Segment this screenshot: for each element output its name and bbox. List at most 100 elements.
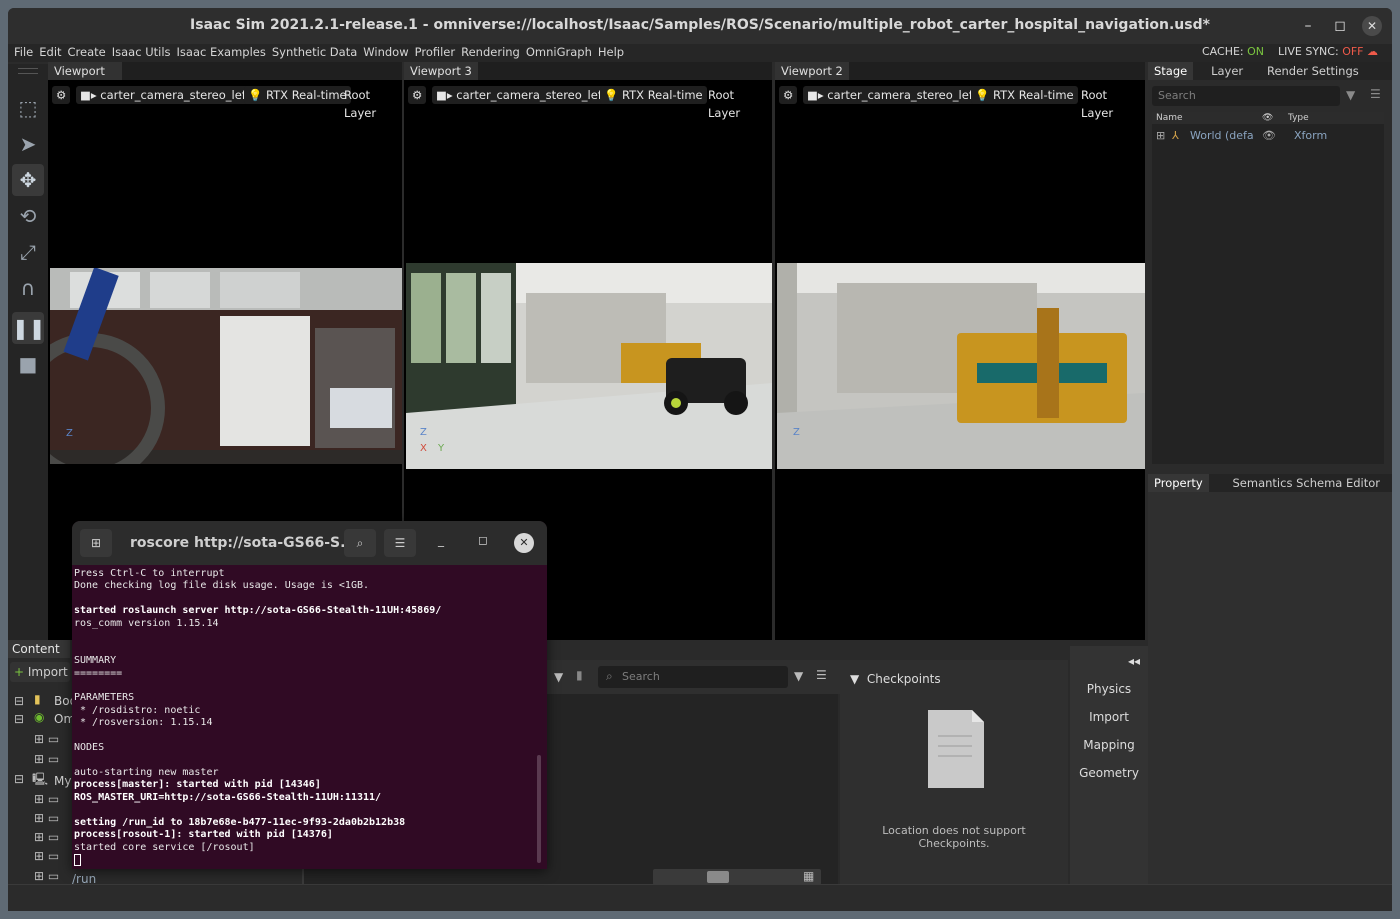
select-mode-icon[interactable]: ⬚ xyxy=(12,92,44,124)
close-button[interactable]: ✕ xyxy=(1362,16,1382,36)
snap-icon[interactable]: ∩ xyxy=(12,272,44,304)
expand-icon[interactable]: ⊞ ▭ xyxy=(34,869,59,883)
pointer-icon[interactable]: ➤ xyxy=(12,128,44,160)
menu-create[interactable]: Create xyxy=(68,44,106,60)
tree-item-my-computer[interactable]: My xyxy=(54,774,71,788)
search-icon[interactable]: ⌕ xyxy=(344,529,376,557)
menu-isaac-examples[interactable]: Isaac Examples xyxy=(177,44,266,60)
menu-icon[interactable]: ☰ xyxy=(816,668,827,682)
physics-button[interactable]: Physics xyxy=(1070,682,1148,696)
toolbar-grip[interactable] xyxy=(18,68,38,74)
filter-icon[interactable]: ▼ xyxy=(794,669,803,683)
terminal-maximize-button[interactable]: ◻ xyxy=(478,533,488,547)
maximize-button[interactable]: ◻ xyxy=(1330,16,1350,36)
terminal-line: * /rosdistro: noetic xyxy=(74,704,201,716)
menu-icon[interactable]: ☰ xyxy=(1370,87,1381,101)
filter-icon[interactable]: ▼ xyxy=(1346,88,1355,102)
layer-label[interactable]: Root Layer xyxy=(704,86,772,120)
tab-render-settings[interactable]: Render Settings xyxy=(1261,62,1365,80)
viewport-3-tab[interactable]: Viewport 3 xyxy=(404,62,478,80)
terminal-minimize-button[interactable]: _ xyxy=(438,533,444,547)
column-type[interactable]: Type xyxy=(1288,112,1309,124)
live-sync-value[interactable]: OFF xyxy=(1342,45,1363,58)
expand-icon[interactable]: ⊞ ▭ xyxy=(34,830,59,844)
bookmark-icon: ▮ xyxy=(34,692,41,706)
menu-help[interactable]: Help xyxy=(598,44,624,60)
terminal-scrollbar[interactable] xyxy=(537,755,541,863)
terminal-close-button[interactable]: ✕ xyxy=(514,533,534,553)
terminal-window[interactable]: ⊞ roscore http://sota-GS66-S... ⌕ ☰ _ ◻ … xyxy=(72,521,547,869)
menu-icon[interactable]: ☰ xyxy=(384,529,416,557)
collapse-icon[interactable]: ⊟ xyxy=(14,712,24,726)
stage-row-world[interactable]: ⊞ ⅄ World (defa 👁 Xform xyxy=(1152,128,1384,144)
tab-stage[interactable]: Stage xyxy=(1148,62,1194,80)
menu-synthetic-data[interactable]: Synthetic Data xyxy=(272,44,357,60)
layer-label[interactable]: Root Layer xyxy=(340,86,402,120)
content-search-input[interactable]: Search xyxy=(598,666,788,688)
collapse-icon[interactable]: ⊟ xyxy=(14,772,24,786)
collapse-icon[interactable]: ⊟ xyxy=(14,694,24,708)
cache-value[interactable]: ON xyxy=(1247,45,1264,58)
axis-z-label: Z xyxy=(793,427,800,438)
render-mode-selector[interactable]: 💡 RTX Real-time xyxy=(971,86,1078,104)
visibility-icon[interactable]: 👁 xyxy=(1262,128,1276,144)
grid-view-icon[interactable]: ▦ xyxy=(803,869,814,883)
bookmark-add-icon[interactable]: ▮ xyxy=(576,668,583,682)
terminal-line: started roslaunch server http://sota-GS6… xyxy=(74,605,442,617)
camera-selector[interactable]: ■▸ carter_camera_stereo_left xyxy=(803,86,982,104)
expand-icon[interactable]: ⊞ ▭ xyxy=(34,792,59,806)
expand-icon[interactable]: ⊞ ▭ xyxy=(34,849,59,863)
expand-icon[interactable]: ⊞ ▭ xyxy=(34,752,59,766)
new-tab-icon[interactable]: ⊞ xyxy=(80,529,112,557)
dropdown-icon[interactable]: ▼ xyxy=(554,670,563,684)
render-mode-selector[interactable]: 💡 RTX Real-time xyxy=(244,86,351,104)
expand-icon[interactable]: ⊞ ▭ xyxy=(34,732,59,746)
scale-icon[interactable]: ⤢ xyxy=(12,236,44,268)
rotate-icon[interactable]: ⟲ xyxy=(12,200,44,232)
menu-profiler[interactable]: Profiler xyxy=(415,44,456,60)
viewport-1-render: Z xyxy=(50,268,402,464)
expand-icon[interactable]: ⊞ ▭ xyxy=(34,811,59,825)
menu-rendering[interactable]: Rendering xyxy=(461,44,520,60)
minimize-button[interactable]: – xyxy=(1298,16,1318,36)
camera-selector[interactable]: ■▸ carter_camera_stereo_left xyxy=(76,86,255,104)
visibility-icon: 👁 xyxy=(1262,113,1274,123)
menu-window[interactable]: Window xyxy=(363,44,408,60)
tab-layer[interactable]: Layer xyxy=(1205,62,1249,80)
stop-icon[interactable]: ■ xyxy=(12,348,44,380)
terminal-output[interactable]: Press Ctrl-C to interrupt Done checking l… xyxy=(74,568,544,854)
layer-label[interactable]: Root Layer xyxy=(1077,86,1145,120)
render-mode-selector[interactable]: 💡 RTX Real-time xyxy=(600,86,707,104)
camera-selector[interactable]: ■▸ carter_camera_stereo_left xyxy=(432,86,611,104)
viewport-1-tab[interactable]: Viewport xyxy=(48,62,122,80)
expand-icon[interactable]: ⊞ xyxy=(1156,128,1165,144)
viewport-2-tab[interactable]: Viewport 2 xyxy=(775,62,849,80)
settings-gear-icon[interactable]: ⚙ xyxy=(779,86,798,104)
column-name[interactable]: Name xyxy=(1156,112,1183,124)
import-side-button[interactable]: Import xyxy=(1070,710,1148,724)
content-tab[interactable]: Content xyxy=(8,640,70,658)
tab-semantics-schema-editor[interactable]: Semantics Schema Editor xyxy=(1227,474,1387,492)
collapse-panel-icon[interactable]: ◂◂ xyxy=(1128,654,1140,668)
stage-search-input[interactable]: Search xyxy=(1152,86,1340,106)
tab-property[interactable]: Property xyxy=(1148,474,1209,492)
pause-icon[interactable]: ❚❚ xyxy=(12,312,46,344)
property-tabbar: Property Semantics Schema Editor xyxy=(1148,474,1392,492)
geometry-button[interactable]: Geometry xyxy=(1070,766,1148,780)
checkpoints-header[interactable]: ▼ Checkpoints xyxy=(850,672,941,686)
menu-omnigraph[interactable]: OmniGraph xyxy=(526,44,592,60)
thumbnail-size-slider[interactable]: ▦ xyxy=(653,869,821,885)
move-icon[interactable]: ✥ xyxy=(12,164,44,196)
slider-handle[interactable] xyxy=(707,871,729,883)
menu-edit[interactable]: Edit xyxy=(39,44,61,60)
terminal-line: PARAMETERS xyxy=(74,692,135,704)
import-button[interactable]: + Import xyxy=(10,662,70,682)
settings-gear-icon[interactable]: ⚙ xyxy=(408,86,427,104)
menu-file[interactable]: File xyxy=(14,44,33,60)
viewport-2-render: Z xyxy=(777,263,1145,469)
mapping-button[interactable]: Mapping xyxy=(1070,738,1148,752)
menu-isaac-utils[interactable]: Isaac Utils xyxy=(112,44,171,60)
viewport-2[interactable]: Viewport 2 ⚙ ■▸ carter_camera_stereo_lef… xyxy=(775,62,1145,640)
settings-gear-icon[interactable]: ⚙ xyxy=(52,86,71,104)
